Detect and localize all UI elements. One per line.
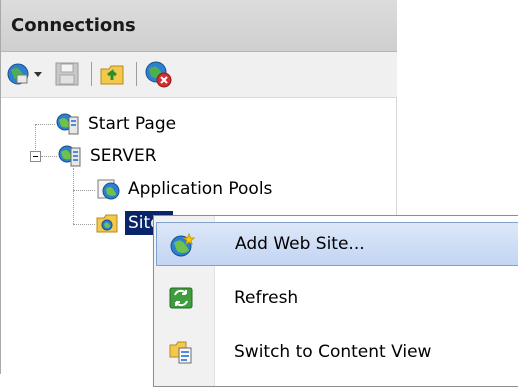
globe-connect-icon: [7, 63, 42, 85]
save-button[interactable]: [51, 58, 83, 90]
start-page-icon: [56, 113, 79, 135]
tree-line: [41, 156, 57, 157]
toolbar-separator: [91, 62, 92, 86]
application-pools-icon: [97, 179, 120, 200]
connections-title: Connections: [11, 15, 136, 36]
tree-item-application-pools[interactable]: Application Pools: [95, 176, 275, 202]
tree-line: [73, 224, 95, 225]
folder-up-icon: [100, 65, 124, 85]
menu-label-add-web-site: Add Web Site...: [235, 234, 365, 254]
sites-folder-icon: [96, 214, 118, 233]
disconnect-icon: [145, 61, 172, 88]
save-icon: [55, 62, 79, 86]
tree-line: [35, 124, 55, 125]
tree-label-server: SERVER: [90, 146, 157, 166]
tree-line: [73, 168, 74, 224]
refresh-icon: [169, 287, 193, 309]
disconnect-button[interactable]: [142, 58, 174, 90]
context-menu: Add Web Site... Refresh Switch to Conten…: [153, 215, 518, 387]
globe-add-icon: [170, 232, 195, 257]
tree-item-server[interactable]: SERVER: [57, 143, 160, 169]
menu-label-refresh: Refresh: [234, 288, 299, 308]
tree-label-start-page: Start Page: [88, 114, 177, 134]
menu-label-switch-to-content-view: Switch to Content View: [234, 342, 432, 362]
tree-item-start-page[interactable]: Start Page: [55, 111, 179, 137]
menu-item-refresh[interactable]: Refresh: [156, 276, 518, 320]
content-view-icon: [169, 341, 192, 364]
connect-button[interactable]: [5, 58, 45, 90]
menu-item-add-web-site[interactable]: Add Web Site...: [156, 222, 518, 266]
connections-toolbar: [1, 52, 397, 98]
server-icon: [58, 145, 81, 167]
collapse-toggle[interactable]: [30, 151, 41, 162]
connections-header: Connections: [1, 0, 397, 52]
up-button[interactable]: [97, 58, 129, 90]
menu-item-switch-to-content-view[interactable]: Switch to Content View: [156, 330, 518, 374]
tree-line: [73, 190, 95, 191]
toolbar-separator: [136, 62, 137, 86]
tree-label-application-pools: Application Pools: [128, 179, 273, 199]
